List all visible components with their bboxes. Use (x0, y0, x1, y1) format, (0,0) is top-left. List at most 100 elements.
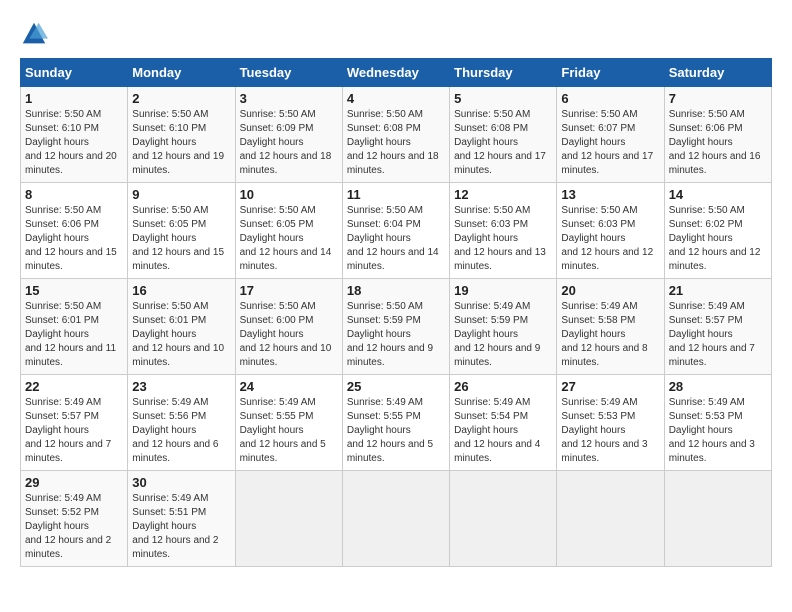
day-detail: Sunrise: 5:50 AMSunset: 6:07 PMDaylight … (561, 109, 653, 176)
day-cell: 19 Sunrise: 5:49 AMSunset: 5:59 PMDaylig… (450, 279, 557, 375)
day-number: 22 (25, 379, 123, 394)
day-detail: Sunrise: 5:50 AMSunset: 6:03 PMDaylight … (454, 205, 546, 272)
day-detail: Sunrise: 5:50 AMSunset: 6:05 PMDaylight … (132, 205, 224, 272)
day-detail: Sunrise: 5:49 AMSunset: 5:56 PMDaylight … (132, 397, 218, 464)
day-detail: Sunrise: 5:50 AMSunset: 6:04 PMDaylight … (347, 205, 439, 272)
day-cell: 2 Sunrise: 5:50 AMSunset: 6:10 PMDayligh… (128, 87, 235, 183)
col-header-tuesday: Tuesday (235, 59, 342, 87)
col-header-saturday: Saturday (664, 59, 771, 87)
day-number: 2 (132, 91, 230, 106)
day-detail: Sunrise: 5:50 AMSunset: 6:06 PMDaylight … (669, 109, 761, 176)
day-detail: Sunrise: 5:50 AMSunset: 6:05 PMDaylight … (240, 205, 332, 272)
day-cell: 17 Sunrise: 5:50 AMSunset: 6:00 PMDaylig… (235, 279, 342, 375)
day-number: 8 (25, 187, 123, 202)
day-detail: Sunrise: 5:49 AMSunset: 5:55 PMDaylight … (347, 397, 433, 464)
day-number: 13 (561, 187, 659, 202)
week-row-5: 29 Sunrise: 5:49 AMSunset: 5:52 PMDaylig… (21, 471, 772, 567)
day-detail: Sunrise: 5:49 AMSunset: 5:53 PMDaylight … (669, 397, 755, 464)
day-detail: Sunrise: 5:50 AMSunset: 6:08 PMDaylight … (347, 109, 439, 176)
day-cell: 20 Sunrise: 5:49 AMSunset: 5:58 PMDaylig… (557, 279, 664, 375)
col-header-thursday: Thursday (450, 59, 557, 87)
day-detail: Sunrise: 5:49 AMSunset: 5:55 PMDaylight … (240, 397, 326, 464)
day-detail: Sunrise: 5:50 AMSunset: 6:00 PMDaylight … (240, 301, 332, 368)
day-number: 4 (347, 91, 445, 106)
day-number: 3 (240, 91, 338, 106)
day-number: 21 (669, 283, 767, 298)
day-cell (450, 471, 557, 567)
day-cell: 3 Sunrise: 5:50 AMSunset: 6:09 PMDayligh… (235, 87, 342, 183)
col-header-wednesday: Wednesday (342, 59, 449, 87)
day-cell: 5 Sunrise: 5:50 AMSunset: 6:08 PMDayligh… (450, 87, 557, 183)
day-cell: 12 Sunrise: 5:50 AMSunset: 6:03 PMDaylig… (450, 183, 557, 279)
day-cell: 21 Sunrise: 5:49 AMSunset: 5:57 PMDaylig… (664, 279, 771, 375)
day-cell: 30 Sunrise: 5:49 AMSunset: 5:51 PMDaylig… (128, 471, 235, 567)
day-number: 5 (454, 91, 552, 106)
calendar-table: SundayMondayTuesdayWednesdayThursdayFrid… (20, 58, 772, 567)
day-detail: Sunrise: 5:49 AMSunset: 5:51 PMDaylight … (132, 493, 218, 560)
day-detail: Sunrise: 5:50 AMSunset: 6:09 PMDaylight … (240, 109, 332, 176)
day-cell: 13 Sunrise: 5:50 AMSunset: 6:03 PMDaylig… (557, 183, 664, 279)
day-number: 10 (240, 187, 338, 202)
day-detail: Sunrise: 5:49 AMSunset: 5:58 PMDaylight … (561, 301, 647, 368)
day-cell: 29 Sunrise: 5:49 AMSunset: 5:52 PMDaylig… (21, 471, 128, 567)
day-cell: 1 Sunrise: 5:50 AMSunset: 6:10 PMDayligh… (21, 87, 128, 183)
day-cell: 23 Sunrise: 5:49 AMSunset: 5:56 PMDaylig… (128, 375, 235, 471)
week-row-3: 15 Sunrise: 5:50 AMSunset: 6:01 PMDaylig… (21, 279, 772, 375)
day-cell: 11 Sunrise: 5:50 AMSunset: 6:04 PMDaylig… (342, 183, 449, 279)
day-cell: 9 Sunrise: 5:50 AMSunset: 6:05 PMDayligh… (128, 183, 235, 279)
day-number: 16 (132, 283, 230, 298)
col-header-sunday: Sunday (21, 59, 128, 87)
day-detail: Sunrise: 5:50 AMSunset: 6:02 PMDaylight … (669, 205, 761, 272)
col-header-friday: Friday (557, 59, 664, 87)
day-cell: 22 Sunrise: 5:49 AMSunset: 5:57 PMDaylig… (21, 375, 128, 471)
day-cell: 18 Sunrise: 5:50 AMSunset: 5:59 PMDaylig… (342, 279, 449, 375)
day-number: 28 (669, 379, 767, 394)
day-cell: 26 Sunrise: 5:49 AMSunset: 5:54 PMDaylig… (450, 375, 557, 471)
day-cell: 7 Sunrise: 5:50 AMSunset: 6:06 PMDayligh… (664, 87, 771, 183)
day-number: 19 (454, 283, 552, 298)
day-detail: Sunrise: 5:49 AMSunset: 5:57 PMDaylight … (669, 301, 755, 368)
day-detail: Sunrise: 5:49 AMSunset: 5:57 PMDaylight … (25, 397, 111, 464)
col-header-monday: Monday (128, 59, 235, 87)
week-row-1: 1 Sunrise: 5:50 AMSunset: 6:10 PMDayligh… (21, 87, 772, 183)
day-number: 6 (561, 91, 659, 106)
week-row-2: 8 Sunrise: 5:50 AMSunset: 6:06 PMDayligh… (21, 183, 772, 279)
day-number: 1 (25, 91, 123, 106)
day-cell (664, 471, 771, 567)
day-number: 17 (240, 283, 338, 298)
day-number: 29 (25, 475, 123, 490)
day-cell: 24 Sunrise: 5:49 AMSunset: 5:55 PMDaylig… (235, 375, 342, 471)
day-number: 9 (132, 187, 230, 202)
day-detail: Sunrise: 5:49 AMSunset: 5:53 PMDaylight … (561, 397, 647, 464)
day-cell: 16 Sunrise: 5:50 AMSunset: 6:01 PMDaylig… (128, 279, 235, 375)
day-cell (235, 471, 342, 567)
day-number: 26 (454, 379, 552, 394)
day-cell: 6 Sunrise: 5:50 AMSunset: 6:07 PMDayligh… (557, 87, 664, 183)
day-detail: Sunrise: 5:49 AMSunset: 5:54 PMDaylight … (454, 397, 540, 464)
day-number: 15 (25, 283, 123, 298)
day-detail: Sunrise: 5:50 AMSunset: 6:10 PMDaylight … (132, 109, 224, 176)
day-detail: Sunrise: 5:49 AMSunset: 5:52 PMDaylight … (25, 493, 111, 560)
day-detail: Sunrise: 5:50 AMSunset: 6:01 PMDaylight … (132, 301, 224, 368)
day-detail: Sunrise: 5:50 AMSunset: 6:08 PMDaylight … (454, 109, 546, 176)
day-detail: Sunrise: 5:50 AMSunset: 5:59 PMDaylight … (347, 301, 433, 368)
day-detail: Sunrise: 5:49 AMSunset: 5:59 PMDaylight … (454, 301, 540, 368)
day-cell: 4 Sunrise: 5:50 AMSunset: 6:08 PMDayligh… (342, 87, 449, 183)
header-row: SundayMondayTuesdayWednesdayThursdayFrid… (21, 59, 772, 87)
day-number: 12 (454, 187, 552, 202)
day-cell (557, 471, 664, 567)
day-number: 14 (669, 187, 767, 202)
day-number: 20 (561, 283, 659, 298)
header (20, 20, 772, 48)
day-detail: Sunrise: 5:50 AMSunset: 6:06 PMDaylight … (25, 205, 117, 272)
day-cell: 8 Sunrise: 5:50 AMSunset: 6:06 PMDayligh… (21, 183, 128, 279)
day-detail: Sunrise: 5:50 AMSunset: 6:10 PMDaylight … (25, 109, 117, 176)
day-number: 27 (561, 379, 659, 394)
day-number: 24 (240, 379, 338, 394)
day-detail: Sunrise: 5:50 AMSunset: 6:03 PMDaylight … (561, 205, 653, 272)
day-number: 23 (132, 379, 230, 394)
day-cell: 14 Sunrise: 5:50 AMSunset: 6:02 PMDaylig… (664, 183, 771, 279)
logo (20, 20, 52, 48)
day-number: 11 (347, 187, 445, 202)
day-cell: 28 Sunrise: 5:49 AMSunset: 5:53 PMDaylig… (664, 375, 771, 471)
